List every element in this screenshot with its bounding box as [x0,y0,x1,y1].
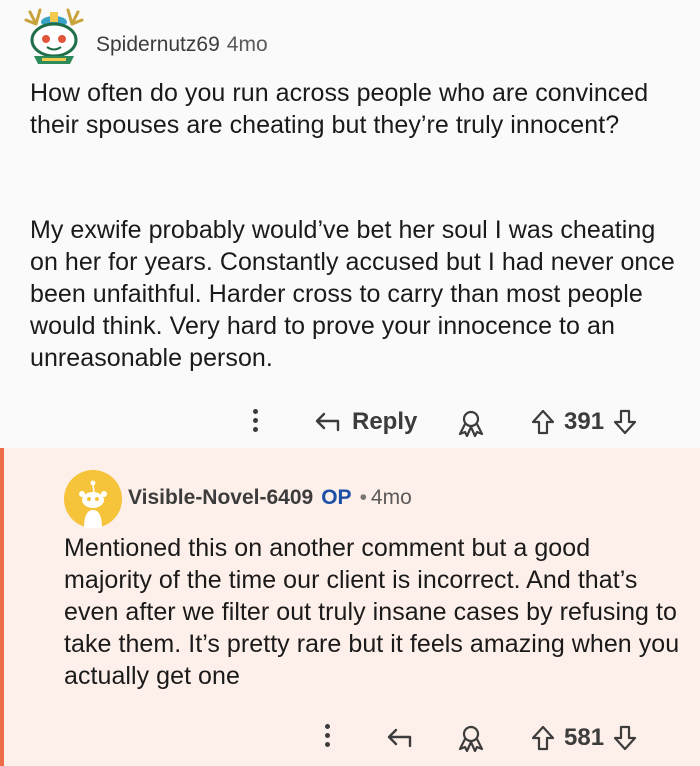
reply-action-bar: 581 [0,716,700,760]
comment-body-paragraph-1: How often do you run across people who a… [30,79,649,139]
vote-controls: 581 [530,722,638,754]
comment-body-paragraph-2: My exwife probably would’ve bet her soul… [30,216,675,372]
reply-timestamp: 4mo [370,486,412,509]
parent-comment: Spidernutz69 4mo How often do you run acr… [0,0,700,446]
reply-author-line: Visible-Novel-6409 OP • 4mo [128,486,412,510]
comment-timestamp: 4mo [226,33,268,56]
reply-body-paragraph: Mentioned this on another comment but a … [64,534,680,690]
op-badge: OP [321,486,352,509]
upvote-icon[interactable] [530,408,556,436]
author-username[interactable]: Spidernutz69 [96,33,220,56]
award-icon[interactable] [456,409,486,437]
reply-button[interactable] [386,726,414,750]
snoo-avatar-icon[interactable] [22,6,86,70]
award-icon[interactable] [456,724,486,752]
comment-author-line: Spidernutz69 4mo [96,33,268,57]
more-options-icon[interactable] [253,409,259,436]
reply-button[interactable]: Reply [314,406,417,438]
vote-controls: 391 [530,406,638,438]
default-avatar-icon[interactable] [64,470,122,528]
reply-arrow-icon [387,728,412,748]
downvote-icon[interactable] [612,408,638,436]
vote-count: 581 [564,724,605,751]
comment-action-bar: Reply 391 [0,400,700,444]
upvote-icon[interactable] [530,724,556,752]
downvote-icon[interactable] [612,724,638,752]
reply-label: Reply [352,408,418,435]
reply-author-username[interactable]: Visible-Novel-6409 [128,486,313,509]
separator-dot: • [359,486,367,509]
more-options-icon[interactable] [325,724,331,751]
vote-count: 391 [564,408,605,435]
reply-arrow-icon [315,412,340,432]
